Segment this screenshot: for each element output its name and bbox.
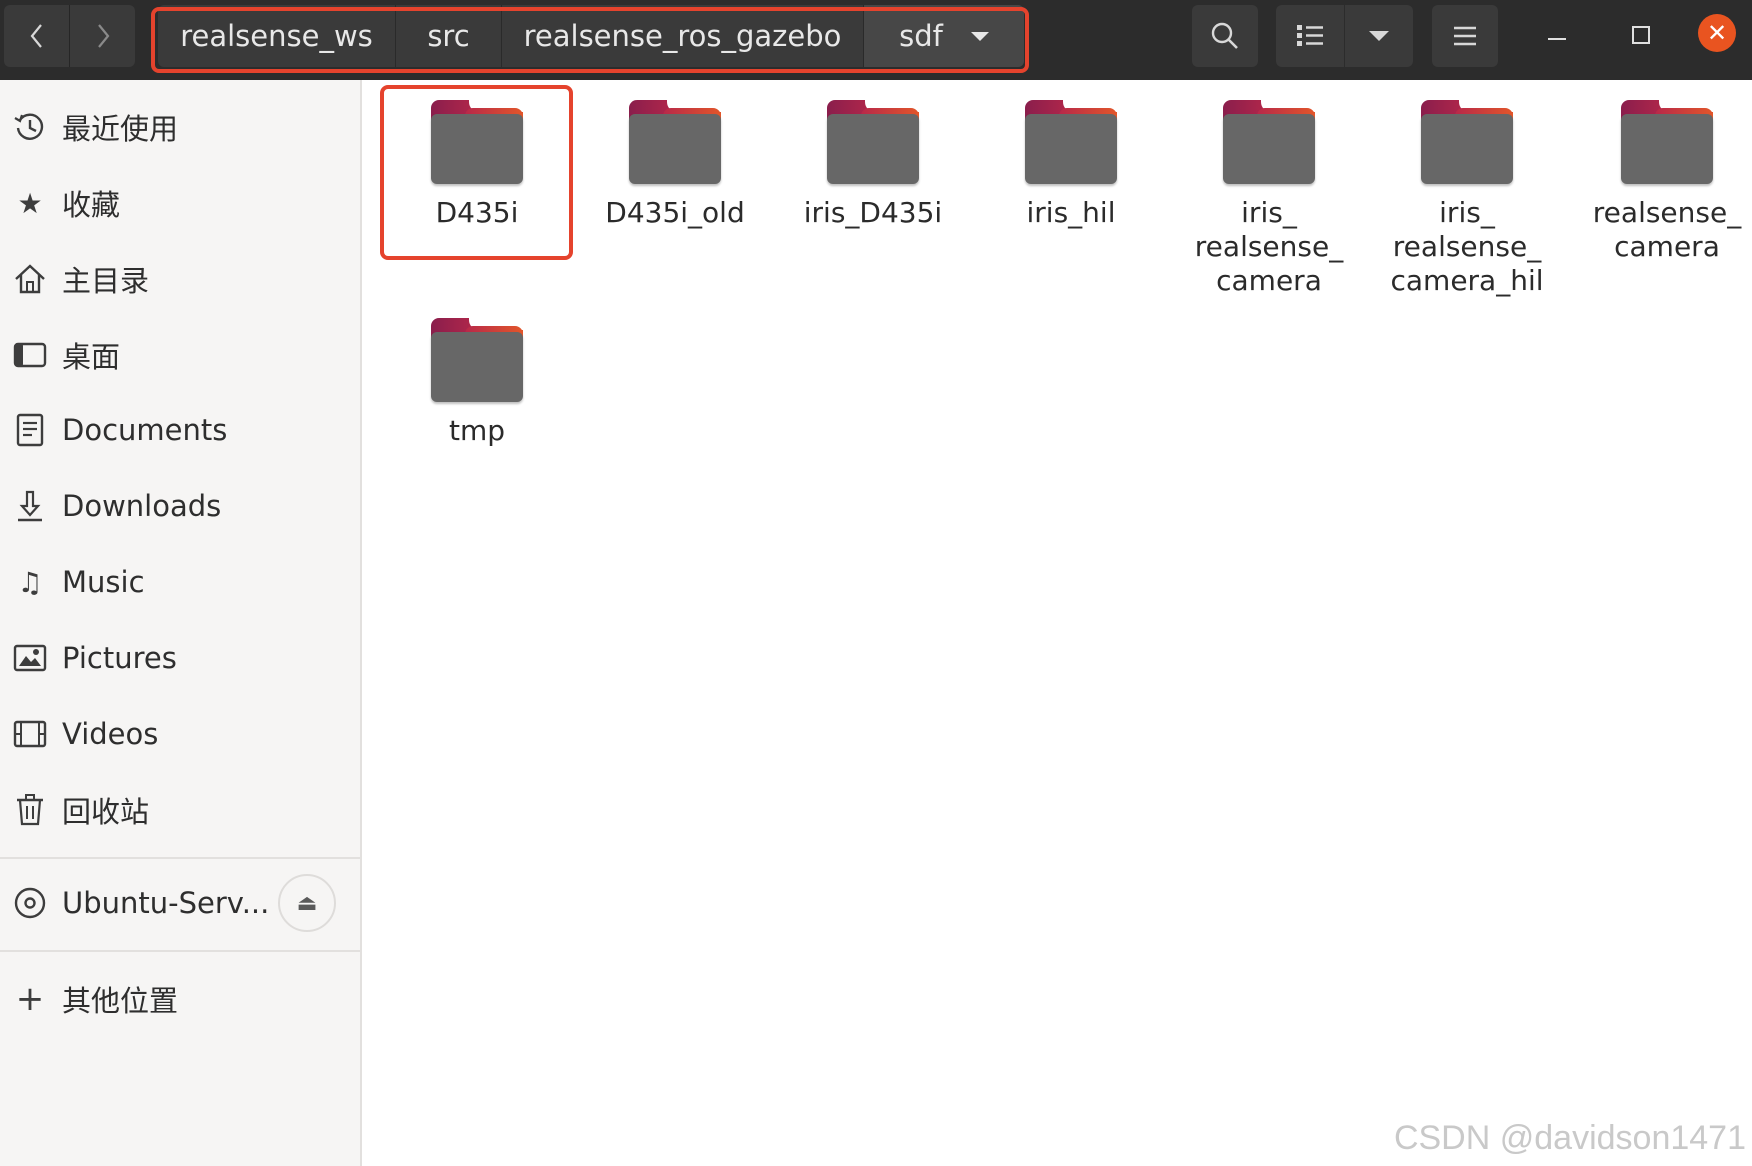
breadcrumb-label: sdf	[899, 19, 943, 53]
star-icon: ★	[17, 186, 43, 220]
picture-icon	[13, 644, 47, 672]
header-bar: realsense_ws src realsense_ros_gazebo sd…	[0, 0, 1752, 80]
file-label: realsense_ camera	[1592, 196, 1742, 263]
close-button[interactable]: ✕	[1698, 14, 1736, 52]
back-button[interactable]	[4, 5, 70, 67]
sidebar-item-label: 桌面	[62, 340, 121, 374]
folder-item-iris-d435i[interactable]: iris_D435i	[788, 100, 958, 230]
sidebar-item-downloads[interactable]: Downloads	[0, 476, 360, 536]
sidebar-item-starred[interactable]: ★ 收藏	[0, 173, 360, 233]
breadcrumb-item-src[interactable]: src	[396, 5, 502, 67]
sidebar-item-label: Videos	[62, 717, 159, 751]
chevron-left-icon	[30, 24, 42, 48]
sidebar-item-label: Music	[62, 565, 145, 599]
sidebar-item-home[interactable]: 主目录	[0, 249, 360, 309]
folder-icon	[1621, 100, 1713, 184]
sidebar-item-music[interactable]: ♫ Music	[0, 552, 360, 612]
folder-item-d435i-old[interactable]: D435i_old	[590, 100, 760, 230]
document-icon	[16, 413, 44, 447]
navigation-buttons	[4, 5, 136, 67]
folder-item-iris-hil[interactable]: iris_hil	[986, 100, 1156, 230]
plus-icon: +	[15, 979, 45, 1019]
folder-icon	[1421, 100, 1513, 184]
folder-item-iris-realsense-camera[interactable]: iris_ realsense_ camera	[1184, 100, 1354, 298]
file-grid: D435i D435i_old iris_D435i iris_hil iris…	[362, 80, 1752, 1166]
list-view-icon	[1297, 25, 1323, 46]
sidebar-item-label: Downloads	[62, 489, 222, 523]
sidebar-item-recent[interactable]: 最近使用	[0, 97, 360, 157]
video-icon	[13, 720, 47, 748]
disc-icon	[14, 887, 46, 919]
sidebar-divider	[0, 950, 360, 952]
folder-item-iris-realsense-camera-hil[interactable]: iris_ realsense_ camera_hil	[1382, 100, 1552, 298]
folder-icon	[431, 100, 523, 184]
file-label: tmp	[448, 414, 506, 447]
folder-item-tmp[interactable]: tmp	[392, 318, 562, 448]
file-label: iris_D435i	[803, 196, 943, 229]
view-toggle-button[interactable]	[1276, 5, 1344, 67]
eject-button[interactable]: ⏏	[278, 874, 336, 932]
sidebar-item-other-locations[interactable]: + 其他位置	[0, 969, 360, 1029]
watermark: CSDN @davidson1471	[1393, 1119, 1746, 1157]
search-icon	[1211, 22, 1238, 49]
caret-down-icon	[1369, 31, 1389, 41]
search-button[interactable]	[1192, 5, 1258, 67]
download-icon	[18, 490, 42, 522]
chevron-right-icon	[97, 24, 109, 48]
maximize-button[interactable]	[1632, 26, 1650, 44]
sidebar-item-label: 收藏	[62, 188, 121, 222]
clock-icon	[14, 113, 44, 140]
minimize-button[interactable]	[1548, 38, 1566, 40]
view-options-button[interactable]	[1345, 5, 1413, 67]
file-label: D435i	[435, 196, 519, 229]
breadcrumb-label: realsense_ros_gazebo	[523, 19, 842, 53]
sidebar-item-label: 最近使用	[62, 112, 179, 146]
sidebar-item-documents[interactable]: Documents	[0, 400, 360, 460]
sidebar-divider	[0, 857, 360, 859]
folder-icon	[1025, 100, 1117, 184]
forward-button[interactable]	[70, 5, 135, 67]
breadcrumb-label: src	[427, 19, 470, 53]
sidebar-item-label: Documents	[62, 413, 228, 447]
home-icon	[15, 264, 45, 294]
breadcrumb-item-sdf[interactable]: sdf	[864, 5, 1024, 67]
sidebar-item-desktop[interactable]: 桌面	[0, 325, 360, 385]
sidebar: 最近使用 ★ 收藏 主目录 桌面 Documents Downloads ♫ M…	[0, 80, 362, 1166]
folder-icon	[431, 318, 523, 402]
file-label: iris_ realsense_ camera	[1194, 196, 1344, 297]
folder-icon	[629, 100, 721, 184]
hamburger-menu-icon	[1454, 26, 1476, 46]
sidebar-item-label: 回收站	[62, 795, 150, 829]
folder-item-realsense-camera[interactable]: realsense_ camera	[1582, 100, 1752, 264]
sidebar-item-label: Pictures	[62, 641, 177, 675]
breadcrumb: realsense_ws src realsense_ros_gazebo sd…	[158, 5, 1024, 67]
close-icon: ✕	[1706, 19, 1728, 47]
file-label: D435i_old	[605, 196, 745, 229]
folder-item-d435i[interactable]: D435i	[392, 100, 562, 230]
sidebar-item-videos[interactable]: Videos	[0, 704, 360, 764]
breadcrumb-item-realsense-ws[interactable]: realsense_ws	[158, 5, 396, 67]
music-icon: ♫	[17, 565, 43, 599]
breadcrumb-label: realsense_ws	[180, 19, 373, 53]
folder-icon	[1223, 100, 1315, 184]
trash-icon	[17, 794, 43, 826]
desktop-icon	[13, 342, 47, 368]
caret-down-icon	[970, 31, 989, 41]
sidebar-item-label: 主目录	[62, 264, 150, 298]
sidebar-item-label: Ubuntu-Serv...	[62, 886, 270, 920]
folder-icon	[827, 100, 919, 184]
breadcrumb-item-realsense-ros-gazebo[interactable]: realsense_ros_gazebo	[502, 5, 864, 67]
main-menu-button[interactable]	[1432, 5, 1498, 67]
eject-icon: ⏏	[296, 890, 318, 916]
file-label: iris_ realsense_ camera_hil	[1390, 196, 1544, 297]
sidebar-item-device[interactable]: Ubuntu-Serv... ⏏	[0, 873, 360, 933]
sidebar-item-pictures[interactable]: Pictures	[0, 628, 360, 688]
file-label: iris_hil	[1026, 196, 1116, 229]
sidebar-item-label: 其他位置	[62, 984, 179, 1018]
sidebar-item-trash[interactable]: 回收站	[0, 780, 360, 840]
